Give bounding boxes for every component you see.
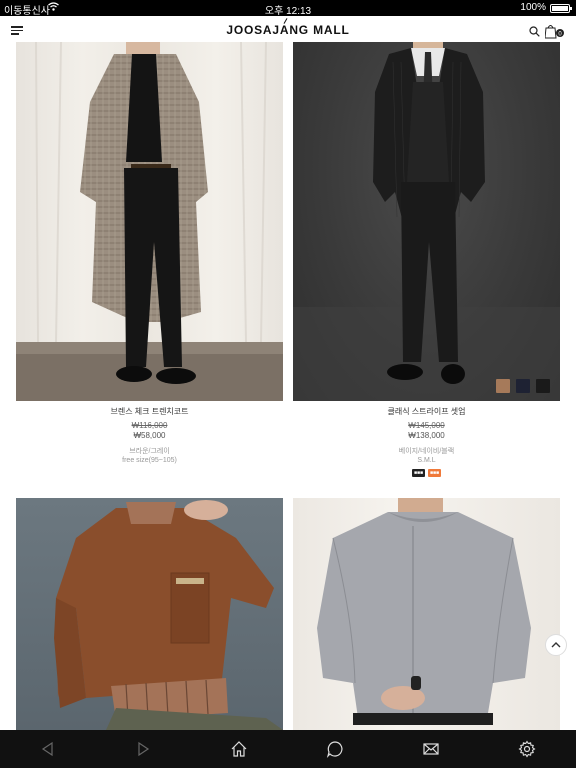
settings-icon[interactable] — [518, 740, 536, 758]
mail-icon[interactable] — [422, 740, 440, 758]
color-swatch-beige[interactable] — [496, 379, 510, 393]
product-name[interactable]: 브렌스 체크 트렌치코트 — [16, 407, 283, 417]
product-image-gray-sweatshirt[interactable] — [293, 498, 560, 730]
color-swatch-black[interactable] — [536, 379, 550, 393]
chevron-up-icon — [551, 642, 561, 648]
badge-icon: ■■■ — [428, 469, 442, 477]
battery-icon — [550, 4, 572, 13]
product-sizes: S.M.L — [417, 457, 436, 464]
home-icon[interactable] — [230, 740, 248, 758]
bottom-toolbar — [0, 730, 576, 768]
clock: 오후 12:13 — [264, 6, 312, 17]
chat-icon[interactable] — [326, 740, 344, 758]
color-swatch-navy[interactable] — [516, 379, 530, 393]
status-bar: 이동통신사 오후 12:13 100% — [0, 0, 576, 17]
product-name[interactable]: 클래식 스트라이프 셋업 — [293, 407, 560, 417]
sale-price: ₩138,000 — [408, 431, 445, 440]
product-card-info: 브렌스 체크 트렌치코트 ₩116,000 ₩58,000 브라운/그레이 fr… — [16, 407, 283, 465]
product-badges: ■■■ ■■■ — [293, 469, 560, 477]
back-icon[interactable] — [39, 740, 57, 758]
product-image-trench-coat[interactable] — [16, 42, 283, 401]
cart-icon[interactable]: 0 — [545, 23, 565, 39]
product-image-brown-sweatshirt[interactable] — [16, 498, 283, 730]
product-colors: 베이지/네이비/블랙 — [398, 448, 455, 455]
sale-price: ₩58,000 — [133, 431, 166, 440]
product-sizes: free size(95~105) — [122, 457, 177, 464]
app-header: JOOSAJANG MALL 0 — [0, 16, 576, 42]
badge-icon: ■■■ — [411, 469, 425, 477]
battery-percent: 100% — [520, 2, 546, 13]
search-icon[interactable] — [529, 26, 540, 37]
site-logo[interactable]: JOOSAJANG MALL — [0, 23, 576, 37]
product-colors: 브라운/그레이 — [129, 448, 170, 455]
original-price: ₩145,000 — [408, 421, 445, 430]
product-image-stripe-suit[interactable] — [293, 42, 560, 401]
forward-icon[interactable] — [134, 740, 152, 758]
product-grid: 브렌스 체크 트렌치코트 ₩116,000 ₩58,000 브라운/그레이 fr… — [0, 42, 576, 730]
scroll-top-button[interactable] — [545, 634, 567, 656]
original-price: ₩116,000 — [131, 421, 168, 430]
product-card-info: 클래식 스트라이프 셋업 ₩145,000 ₩138,000 베이지/네이비/블… — [293, 407, 560, 477]
